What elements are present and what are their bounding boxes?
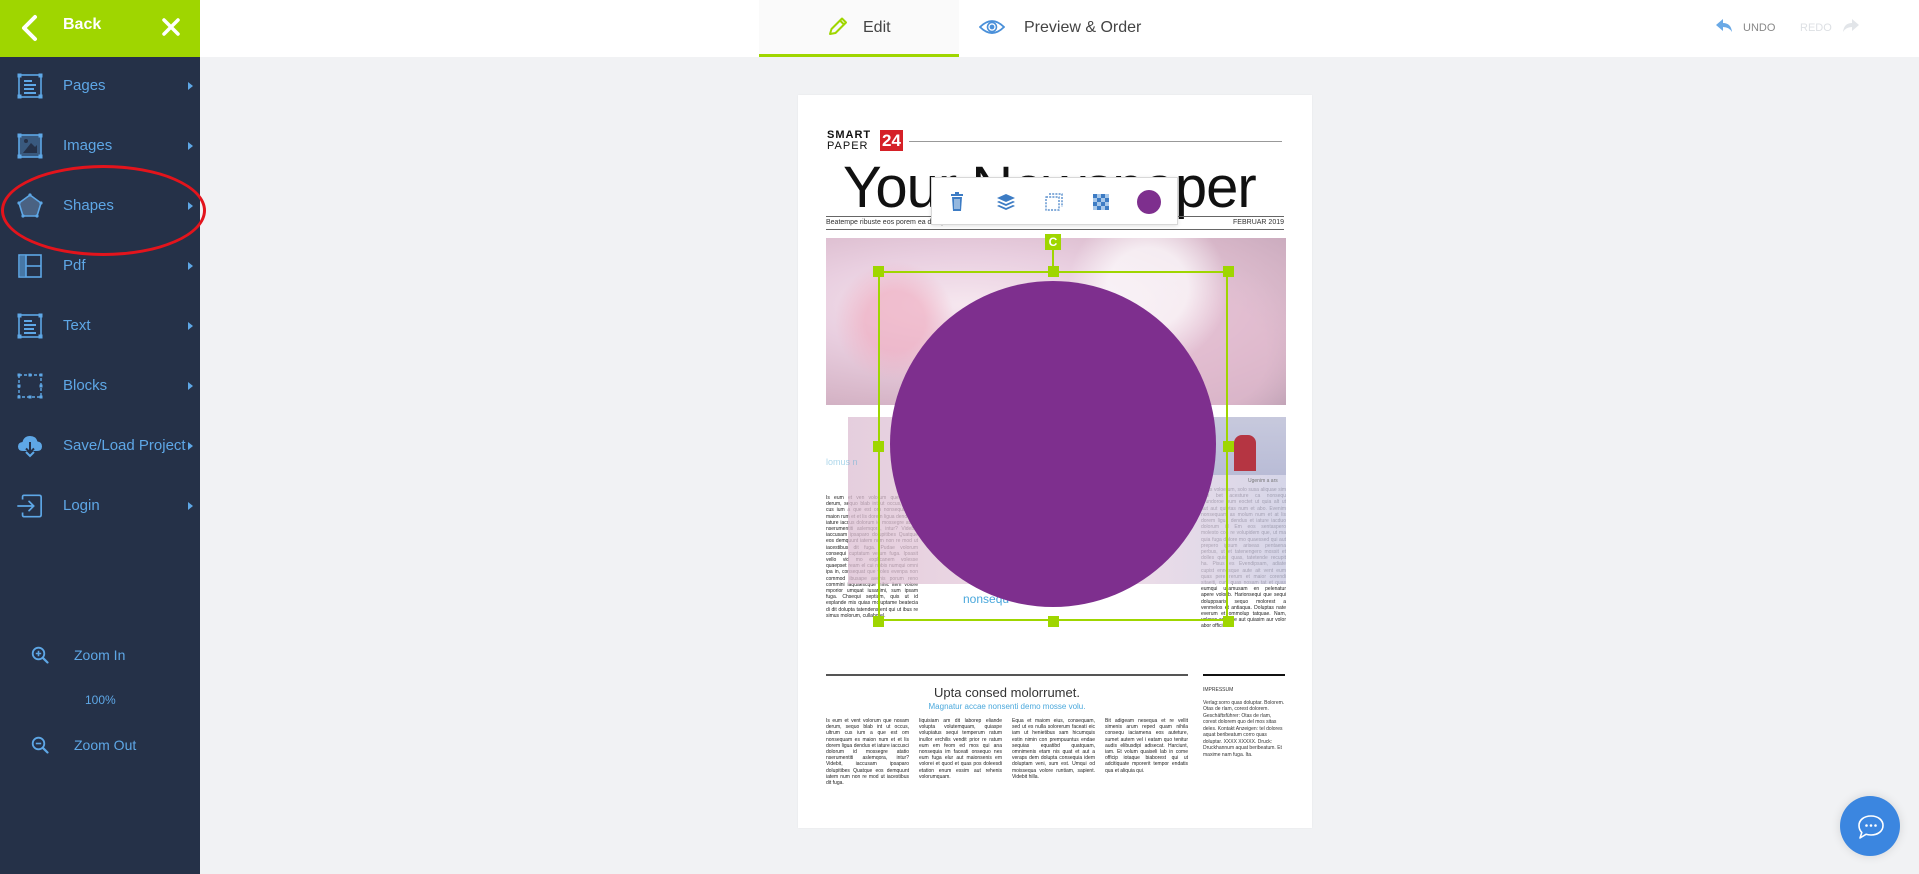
article-subhead-faded[interactable]: lomus n [826,457,858,467]
zoom-out-label: Zoom Out [74,737,137,753]
eye-icon [979,20,1005,34]
header-divider [909,141,1282,142]
sidebar-item-label: Login [63,497,100,514]
dateline[interactable]: FEBRUAR 2019 [1233,219,1284,226]
pentagon-icon [17,193,43,218]
undo-label: UNDO [1743,22,1776,34]
text-icon [17,313,43,339]
resize-handle-bottom[interactable] [1048,616,1059,627]
frame-icon[interactable] [1043,191,1065,213]
pdf-layout-icon [18,254,42,278]
zoom-in-icon [31,646,49,664]
bottom-text-column-3[interactable]: Equa et maiom eius, consequam, sed ut es… [1012,718,1095,788]
sidebar-item-label: Shapes [63,197,114,214]
pencil-icon [829,17,847,35]
sidebar-item-label: Pdf [63,257,86,274]
shape-toolbar [931,177,1178,225]
sidebar-item-label: Save/Load Project [63,437,186,454]
chevron-right-icon [188,262,193,270]
sidebar-item-text[interactable]: Text [0,301,200,351]
resize-handle-bottom-left[interactable] [873,616,884,627]
image-caption: Ugenim a ars [1248,478,1278,484]
transparency-icon[interactable] [1090,191,1112,213]
tab-label: Preview & Order [1024,19,1142,36]
sidebar-item-label: Text [63,317,91,334]
resize-handle-top[interactable] [1048,266,1059,277]
logo-number: 24 [880,130,903,151]
chevron-right-icon [188,442,193,450]
zoom-level: 100% [85,693,116,707]
tab-preview-order[interactable]: Preview & Order [975,0,1175,57]
resize-handle-top-left[interactable] [873,266,884,277]
impressum[interactable]: IMPRESSUM Verlag:sorro quas doluptar. Bo… [1203,687,1285,758]
sidebar-item-label: Images [63,137,113,154]
section-divider [826,674,1188,676]
impressum-divider [1203,674,1285,676]
zoom-in-button[interactable]: Zoom In [0,641,200,671]
sidebar-item-blocks[interactable]: Blocks [0,361,200,411]
section-title[interactable]: Upta consed molorrumet. [826,685,1188,700]
zoom-out-button[interactable]: Zoom Out [0,731,200,761]
selected-circle-shape[interactable] [890,281,1216,607]
sidebar-item-pages[interactable]: Pages [0,61,200,111]
zoom-out-icon [31,736,49,754]
cloud-download-icon [18,436,42,458]
tagline-rule-bottom [826,229,1284,230]
sidebar-header: Back [0,0,200,57]
chevron-right-icon [188,142,193,150]
person-photo[interactable] [1204,417,1286,475]
image-icon [17,133,43,159]
bottom-text-column-2[interactable]: Iiquisiam am dit laborep eliande volupta… [919,718,1002,788]
back-button[interactable]: Back [63,16,101,34]
impressum-text: Verlag:sorro quas doluptar. Bolorem. Ota… [1203,699,1285,758]
sidebar-item-save-load-project[interactable]: Save/Load Project [0,421,200,471]
section-subtitle[interactable]: Magnatur accae nonsenti demo mosse volu. [826,702,1188,711]
subhead-rule [963,619,1048,620]
chevron-right-icon [188,502,193,510]
sidebar-item-shapes[interactable]: Shapes [0,181,200,231]
logo: SMART PAPER 24 [827,130,903,152]
chat-button[interactable] [1840,796,1900,856]
tab-label: Edit [863,19,891,36]
sidebar-item-login[interactable]: Login [0,481,200,531]
logo-text-bottom: PAPER [827,140,869,152]
bottom-text-column-4[interactable]: Bit adigeam nesequa et re vellit simenis… [1105,718,1188,788]
undo-arrow-icon [1716,19,1732,32]
bottom-text-column-1[interactable]: Is eum et vent volorum que nosam derum, … [826,718,909,788]
impressum-title: IMPRESSUM [1203,687,1234,693]
sidebar-item-label: Blocks [63,377,108,394]
sidebar-item-images[interactable]: Images [0,121,200,171]
top-bar: Edit Preview & Order UNDO REDO [200,0,1919,57]
chat-bubble-icon [1858,815,1884,839]
close-icon[interactable] [160,16,182,38]
blocks-icon [17,373,43,399]
redo-label: REDO [1800,22,1832,34]
sidebar: Back Pages Images Shapes Pdf Text Blocks… [0,0,200,874]
resize-handle-right[interactable] [1223,441,1234,452]
chevron-right-icon [188,322,193,330]
chevron-right-icon [188,202,193,210]
redo-arrow-icon [1843,19,1859,32]
chevron-right-icon [188,82,193,90]
app-root: Back Pages Images Shapes Pdf Text Blocks… [0,0,1919,874]
tab-edit[interactable]: Edit [759,0,959,57]
sidebar-item-pdf[interactable]: Pdf [0,241,200,291]
login-icon [17,494,42,518]
resize-handle-bottom-right[interactable] [1223,616,1234,627]
layers-icon[interactable] [995,191,1017,213]
pages-icon [17,73,43,99]
trash-icon[interactable] [946,191,968,213]
chevron-right-icon [188,382,193,390]
zoom-in-label: Zoom In [74,647,126,663]
fill-color-swatch[interactable] [1136,189,1162,215]
chevron-left-icon[interactable] [18,14,42,42]
sidebar-item-label: Pages [63,77,106,94]
rotate-handle[interactable]: C [1045,234,1061,250]
resize-handle-top-right[interactable] [1223,266,1234,277]
resize-handle-left[interactable] [873,441,884,452]
